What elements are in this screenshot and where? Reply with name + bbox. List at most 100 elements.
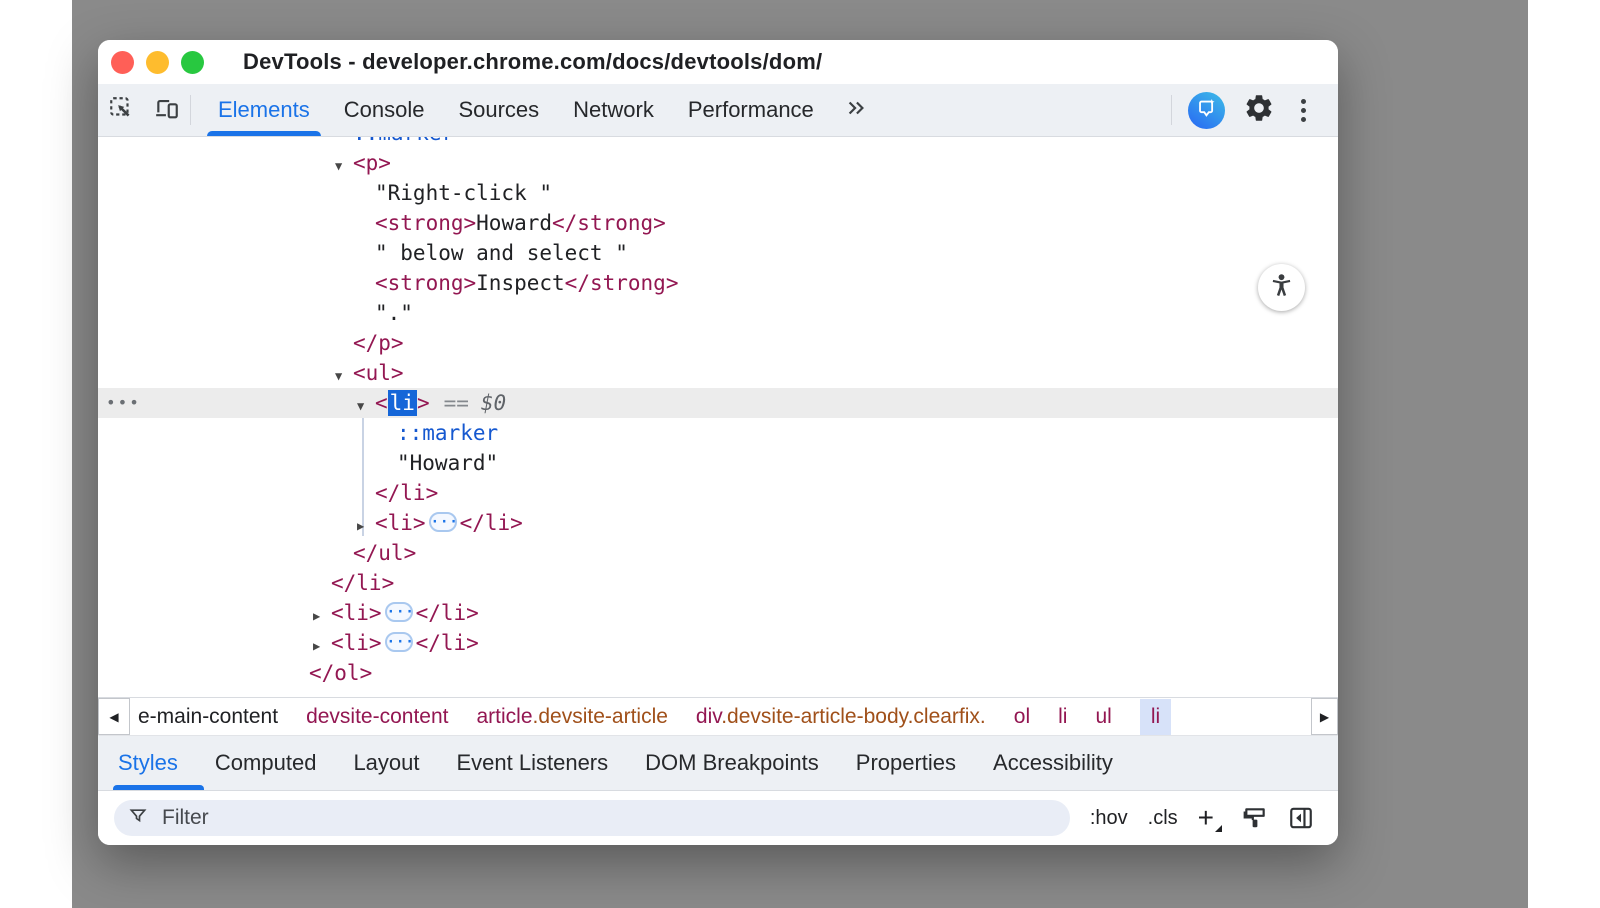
crumb-part: devsite-content: [306, 705, 448, 728]
devtools-window: DevTools - developer.chrome.com/docs/dev…: [98, 40, 1338, 845]
close-window-button[interactable]: [111, 51, 134, 74]
dom-tree-row[interactable]: <li>···</li>: [98, 628, 1338, 658]
filter-input[interactable]: [160, 805, 460, 831]
device-toolbar-icon: [154, 95, 180, 126]
breadcrumb-scroll-right-button[interactable]: ▶: [1311, 698, 1338, 735]
breadcrumb-item[interactable]: e-main-content: [138, 705, 278, 729]
tab-layout[interactable]: Layout: [353, 736, 419, 790]
dom-tree-row[interactable]: "Right-click ": [98, 178, 1338, 208]
dom-tree-row[interactable]: ".": [98, 298, 1338, 328]
node-text: " below and select ": [375, 241, 628, 265]
node-tag: </p>: [353, 331, 404, 355]
crumb-part: article: [477, 705, 533, 728]
tab-accessibility[interactable]: Accessibility: [993, 736, 1113, 790]
node-dollar: $0: [481, 391, 506, 415]
minimize-window-button[interactable]: [146, 51, 169, 74]
filter-bar-controls: :hov .cls +: [1070, 805, 1314, 831]
node-tag: <strong>: [375, 211, 476, 235]
window-title: DevTools - developer.chrome.com/docs/dev…: [243, 49, 822, 75]
dom-tree-row[interactable]: " below and select ": [98, 238, 1338, 268]
tab-network[interactable]: Network: [556, 84, 671, 136]
expand-arrow-icon[interactable]: [357, 511, 375, 541]
collapsed-children-ellipsis[interactable]: ···: [385, 632, 413, 652]
node-eq: ==: [444, 391, 469, 415]
ai-assistance-icon: [1196, 97, 1218, 124]
dom-tree-row[interactable]: </li>: [98, 568, 1338, 598]
dom-tree-row[interactable]: ::marker: [98, 418, 1338, 448]
new-style-rule-button[interactable]: +: [1198, 808, 1222, 828]
brush-icon: [1242, 805, 1268, 831]
node-tag: >: [417, 391, 430, 415]
chevron-left-icon: ◀: [109, 710, 118, 724]
inspect-element-button[interactable]: [98, 84, 144, 136]
more-tabs-button[interactable]: [831, 84, 881, 136]
expand-arrow-icon[interactable]: [357, 391, 375, 421]
node-tag: <ul>: [353, 361, 404, 385]
tab-dom-breakpoints[interactable]: DOM Breakpoints: [645, 736, 819, 790]
crumb-part: ul: [1095, 705, 1111, 728]
breadcrumb-item[interactable]: devsite-content: [306, 705, 448, 729]
zoom-window-button[interactable]: [181, 51, 204, 74]
toggle-sidebar-button[interactable]: [1288, 805, 1314, 831]
toolbar-divider: [190, 95, 191, 125]
toggle-sidebar-icon: [1288, 805, 1314, 831]
dom-tree-row[interactable]: <strong>Inspect</strong>: [98, 268, 1338, 298]
tab-performance[interactable]: Performance: [671, 84, 831, 136]
collapsed-children-ellipsis[interactable]: ···: [385, 602, 413, 622]
breadcrumb-item[interactable]: li: [1058, 705, 1067, 729]
tab-sources[interactable]: Sources: [441, 84, 556, 136]
node-tag: </strong>: [552, 211, 666, 235]
dom-tree-row[interactable]: </li>: [98, 478, 1338, 508]
node-tag: </ol>: [309, 661, 372, 685]
dom-tree-row[interactable]: <li>···</li>: [98, 598, 1338, 628]
node-text: Howard: [476, 211, 552, 235]
breadcrumb-item[interactable]: article.devsite-article: [477, 705, 668, 729]
node-tag: </ul>: [353, 541, 416, 565]
expand-arrow-icon[interactable]: [335, 151, 353, 181]
breadcrumb-item[interactable]: div.devsite-article-body.clearfix.: [696, 705, 986, 729]
breadcrumb-item[interactable]: ol: [1014, 705, 1030, 729]
node-tag: </strong>: [565, 271, 679, 295]
tab-styles[interactable]: Styles: [118, 736, 178, 790]
node-text: Inspect: [476, 271, 565, 295]
expand-arrow-icon[interactable]: [313, 601, 331, 631]
tab-event-listeners[interactable]: Event Listeners: [457, 736, 609, 790]
toggle-classes-button[interactable]: .cls: [1148, 807, 1178, 830]
toggle-hover-state-button[interactable]: :hov: [1090, 807, 1128, 830]
dom-tree-row[interactable]: <strong>Howard</strong>: [98, 208, 1338, 238]
node-tag: <strong>: [375, 271, 476, 295]
settings-button[interactable]: [1243, 92, 1275, 129]
ai-assistance-button[interactable]: [1188, 92, 1225, 129]
node-text: ".": [375, 301, 413, 325]
dom-tree-row[interactable]: </ol>: [98, 658, 1338, 688]
filter-field[interactable]: [114, 800, 1070, 836]
collapsed-children-ellipsis[interactable]: ···: [429, 512, 457, 532]
expand-arrow-icon[interactable]: [313, 631, 331, 661]
main-toolbar: ElementsConsoleSourcesNetworkPerformance: [98, 84, 1338, 137]
dom-tree-row[interactable]: "Howard": [98, 448, 1338, 478]
dom-tree-row[interactable]: <p>: [98, 148, 1338, 178]
tab-console[interactable]: Console: [327, 84, 442, 136]
tab-properties[interactable]: Properties: [856, 736, 956, 790]
expand-arrow-icon[interactable]: [335, 361, 353, 391]
breadcrumb-item[interactable]: li: [1140, 699, 1171, 735]
dom-tree-row[interactable]: </ul>: [98, 538, 1338, 568]
dom-tree-row[interactable]: <ul>: [98, 358, 1338, 388]
breadcrumb-scroll-left-button[interactable]: ◀: [98, 698, 130, 735]
tab-computed[interactable]: Computed: [215, 736, 317, 790]
dom-tree-row[interactable]: <li>···</li>: [98, 508, 1338, 538]
traffic-lights: [98, 51, 216, 74]
dom-tree-row[interactable]: ::marker: [98, 137, 1338, 148]
crumb-part: div: [696, 705, 721, 728]
brush-rendering-button[interactable]: [1242, 805, 1268, 831]
node-tag: <li>: [375, 511, 426, 535]
dom-tree-row[interactable]: </p>: [98, 328, 1338, 358]
node-tag: <li>: [331, 631, 382, 655]
device-toolbar-button[interactable]: [144, 84, 190, 136]
node-tag: </li>: [460, 511, 523, 535]
dom-tree-row[interactable]: •••<li>==$0: [98, 388, 1338, 418]
tab-elements[interactable]: Elements: [201, 84, 327, 136]
kebab-menu-button[interactable]: [1293, 93, 1314, 128]
breadcrumb-item[interactable]: ul: [1095, 705, 1111, 729]
node-pseudo: ::marker: [353, 137, 454, 145]
